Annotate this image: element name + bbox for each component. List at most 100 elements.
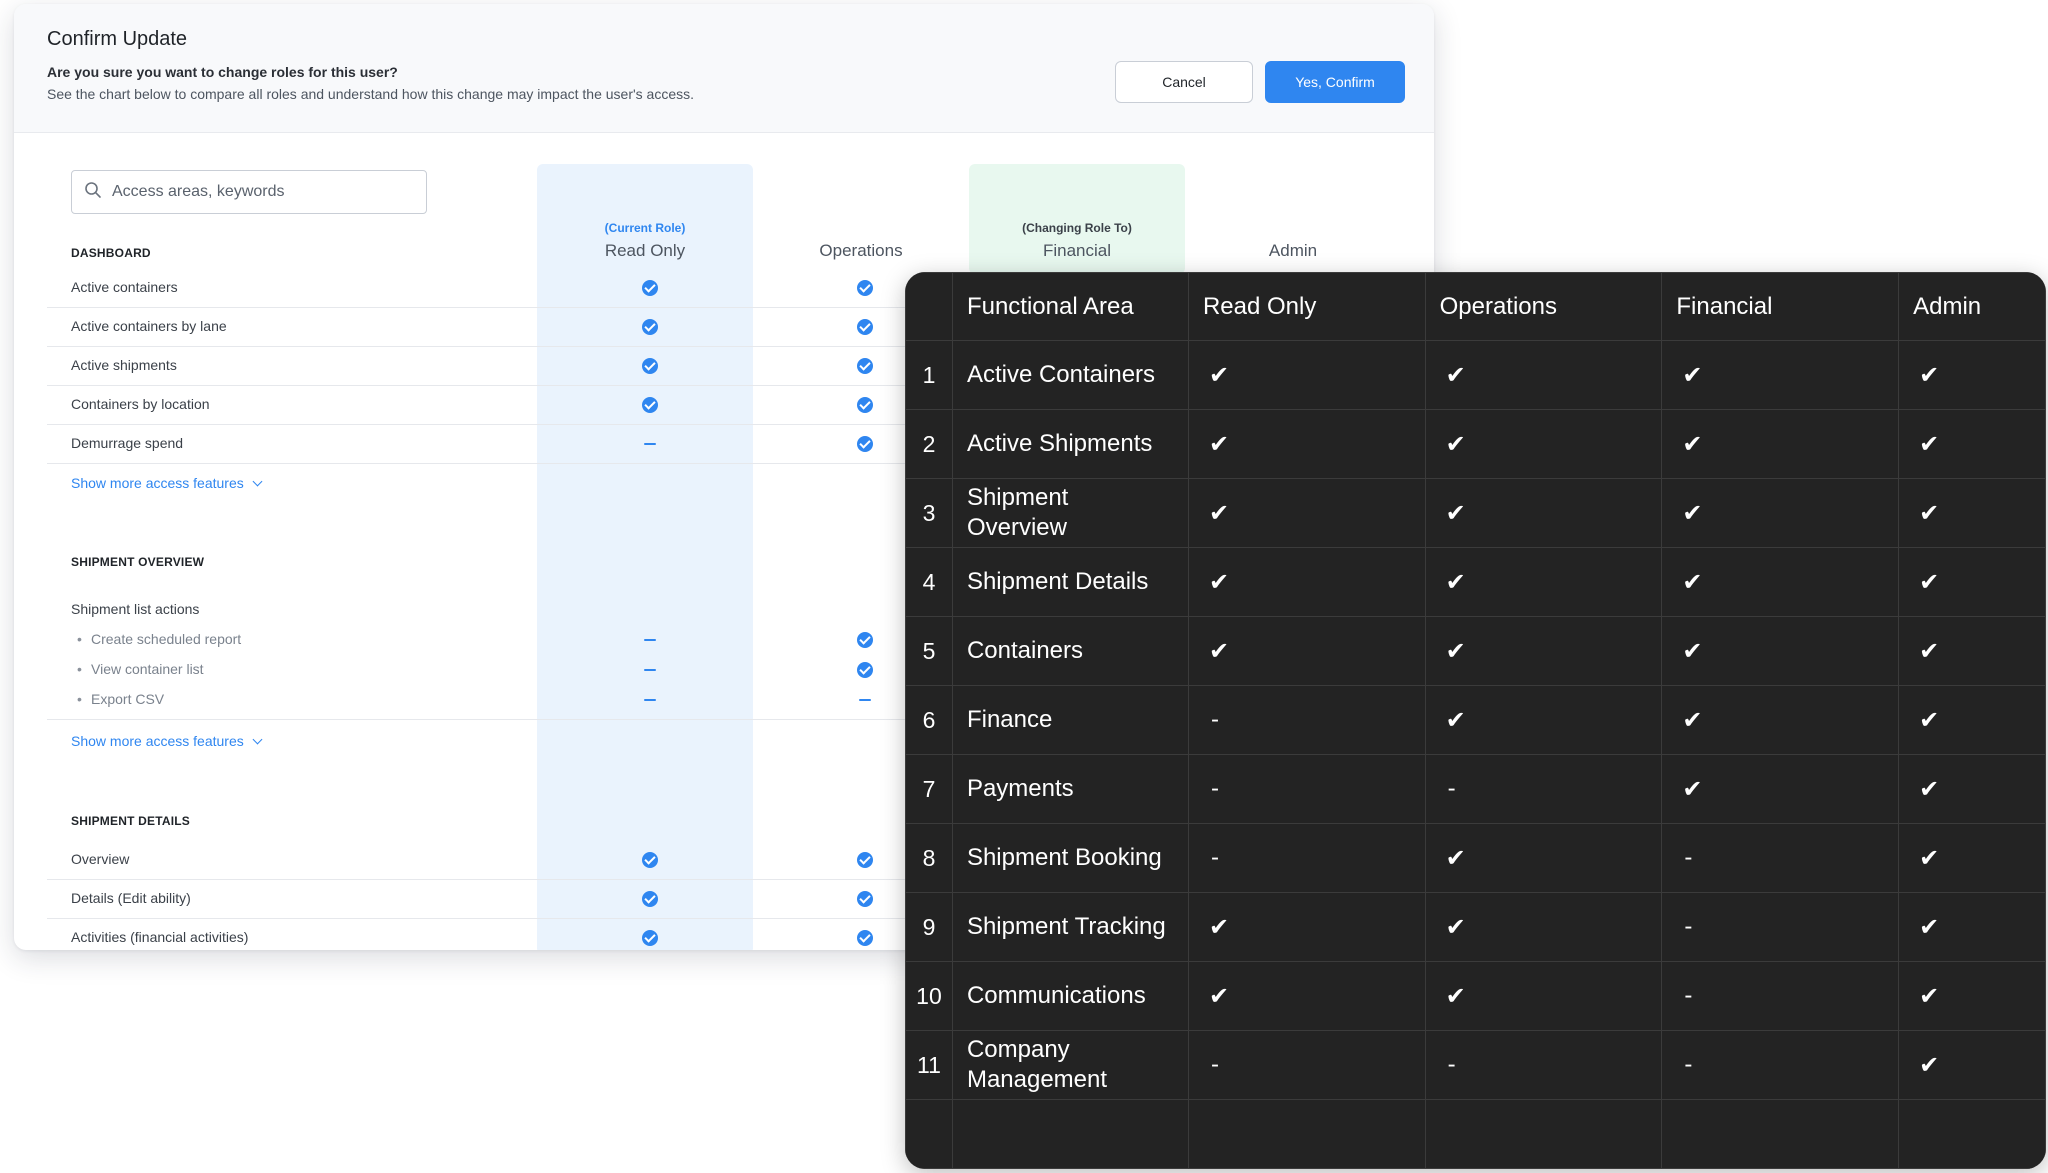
check-icon [857,319,873,335]
table-row: Activities (financial activities) [47,919,927,950]
section-title-dashboard: DASHBOARD [71,246,151,260]
table-row: 7 Payments - - ✔ ✔ [905,754,2046,824]
functional-area-cell: Payments [951,754,1189,824]
functional-area-cell: Shipment Tracking [951,892,1189,962]
no-access-cell: - [1187,1030,1426,1100]
check-icon [857,891,873,907]
check-icon [642,397,658,413]
row-number: 9 [905,892,953,962]
row-number: 4 [905,547,953,617]
access-cell: ✔ [1424,340,1663,410]
changing-role-tag: (Changing Role To) [1022,221,1132,235]
column-header-read-only: (Current Role) Read Only [537,221,753,261]
access-cell: ✔ [1898,1030,2046,1100]
row-number: 7 [905,754,953,824]
search-input[interactable] [110,182,414,202]
row-number: 10 [905,961,953,1031]
section-title-shipment-details: SHIPMENT DETAILS [71,814,190,828]
column-header-admin: Admin [1185,221,1401,261]
access-cell: ✔ [1661,340,1900,410]
access-cell: ✔ [1898,754,2046,824]
check-icon [857,280,873,296]
show-more-shipment-overview-link[interactable]: Show more access features [71,733,263,749]
cancel-button[interactable]: Cancel [1115,61,1253,103]
empty-cell [905,1099,953,1169]
chevron-down-icon [252,734,263,745]
dash-icon [642,632,658,648]
no-access-cell: - [1187,685,1426,755]
access-cell: ✔ [1424,685,1663,755]
table-row: Active containers by lane [47,308,927,347]
access-cell: ✔ [1424,547,1663,617]
chevron-down-icon [252,476,263,487]
role-comparison-panel: Functional Area Read Only Operations Fin… [905,272,2046,1169]
functional-area-cell: Shipment Booking [951,823,1189,893]
access-cell: ✔ [1898,616,2046,686]
row-label: Activities (financial activities) [71,929,249,945]
confirm-button[interactable]: Yes, Confirm [1265,61,1405,103]
row-number: 1 [905,340,953,410]
check-icon [857,436,873,452]
table-row: 9 Shipment Tracking ✔ ✔ - ✔ [905,892,2046,962]
no-access-cell: - [1661,1030,1900,1100]
table-row: 5 Containers ✔ ✔ ✔ ✔ [905,616,2046,686]
column-name: Operations [819,241,903,260]
column-name: Admin [1268,241,1318,260]
access-cell: ✔ [1187,616,1426,686]
no-access-cell: - [1187,754,1426,824]
show-more-label: Show more access features [71,733,244,749]
access-cell: ✔ [1424,478,1663,548]
empty-cell [1661,1099,1900,1169]
search-icon [84,181,102,204]
row-number: 3 [905,478,953,548]
dash-icon [642,436,658,452]
dash-icon [857,692,873,708]
access-cell: ✔ [1661,478,1900,548]
access-cell: ✔ [1898,478,2046,548]
check-icon [642,280,658,296]
access-cell: ✔ [1424,409,1663,479]
table-row: 1 Active Containers ✔ ✔ ✔ ✔ [905,340,2046,410]
access-cell: ✔ [1187,340,1426,410]
empty-cell [1424,1099,1663,1169]
table-row: 4 Shipment Details ✔ ✔ ✔ ✔ [905,547,2046,617]
functional-area-cell: Finance [951,685,1189,755]
table-row: Export CSV [47,681,927,720]
column-tag [1185,221,1401,237]
row-label: Demurrage spend [71,435,184,451]
access-cell: ✔ [1187,478,1426,548]
empty-cell [951,1099,1189,1169]
row-label: Active containers [71,279,178,295]
functional-area-cell: Active Shipments [951,409,1189,479]
access-cell: ✔ [1898,892,2046,962]
no-access-cell: - [1424,1030,1663,1100]
empty-cell [1187,1099,1426,1169]
no-access-cell: - [1187,823,1426,893]
header-admin: Admin [1898,272,2046,341]
table-row: 2 Active Shipments ✔ ✔ ✔ ✔ [905,409,2046,479]
table-row: Details (Edit ability) [47,880,927,919]
show-more-dashboard-link[interactable]: Show more access features [71,475,263,491]
table-row: 6 Finance - ✔ ✔ ✔ [905,685,2046,755]
no-access-cell: - [1661,961,1900,1031]
search-box[interactable] [71,170,427,214]
check-icon [642,891,658,907]
dash-icon [642,662,658,678]
check-icon [642,358,658,374]
row-sublabel: View container list [77,661,204,677]
functional-area-cell: Company Management [951,1030,1189,1100]
functional-area-cell: Shipment Overview [951,478,1189,548]
table-row: 11 Company Management - - - ✔ [905,1030,2046,1100]
access-cell: ✔ [1898,340,2046,410]
modal-question: Are you sure you want to change roles fo… [47,64,398,80]
functional-area-cell: Active Containers [951,340,1189,410]
check-icon [857,662,873,678]
role-comparison-table: Functional Area Read Only Operations Fin… [905,272,2046,1169]
modal-header: Confirm Update Are you sure you want to … [14,4,1434,133]
access-cell: ✔ [1187,961,1426,1031]
header-financial: Financial [1661,272,1900,341]
check-icon [642,852,658,868]
column-name: Read Only [604,241,686,260]
check-icon [857,632,873,648]
access-cell: ✔ [1661,409,1900,479]
